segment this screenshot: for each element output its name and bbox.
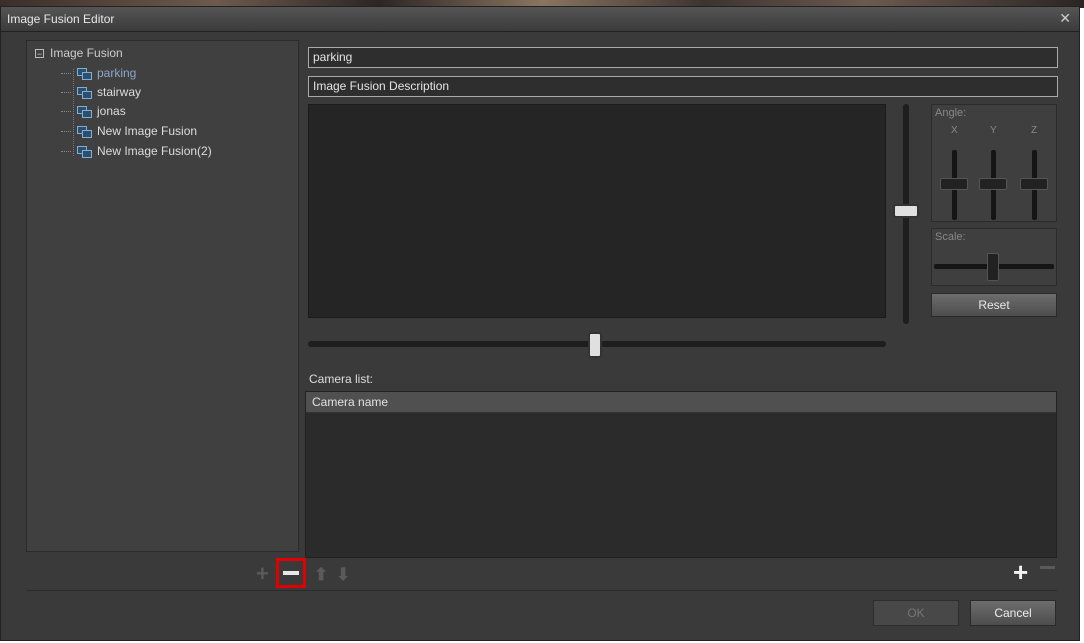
image-fusion-icon — [77, 125, 92, 138]
move-down-arrow-icon[interactable]: ⬇ — [336, 565, 350, 585]
vertical-pan-slider-handle[interactable] — [893, 204, 919, 218]
angle-group: Angle: X Y Z — [931, 104, 1057, 222]
camera-list-table[interactable]: Camera name — [305, 391, 1057, 558]
tree-item-label: New Image Fusion(2) — [97, 144, 212, 158]
image-fusion-icon — [77, 67, 92, 80]
tree-item-stairway[interactable]: stairway — [61, 85, 141, 99]
angle-y-label: Y — [990, 125, 997, 136]
fusion-description-field[interactable]: Image Fusion Description — [308, 76, 1058, 97]
scale-slider-handle[interactable] — [987, 253, 999, 281]
camera-name-column-header[interactable]: Camera name — [306, 392, 1056, 413]
fusion-tree-panel: − Image Fusion parking stairway jonas Ne… — [26, 40, 299, 552]
tree-item-new-image-fusion-2[interactable]: New Image Fusion(2) — [61, 144, 212, 158]
angle-z-label: Z — [1031, 125, 1038, 136]
scale-label: Scale: — [935, 231, 966, 243]
tree-item-label: New Image Fusion — [97, 124, 198, 138]
angle-x-slider-handle[interactable] — [940, 178, 968, 190]
title-bar[interactable]: Image Fusion Editor ✕ — [1, 7, 1079, 32]
ok-button[interactable]: OK — [873, 600, 959, 626]
scale-group: Scale: — [931, 228, 1057, 286]
add-camera-plus-icon[interactable]: + — [1013, 559, 1028, 585]
angle-z-slider-handle[interactable] — [1020, 178, 1048, 190]
tree-item-label: stairway — [97, 85, 142, 99]
tree-root[interactable]: − Image Fusion — [35, 46, 123, 60]
angle-x-label: X — [951, 125, 958, 136]
close-icon[interactable]: ✕ — [1059, 10, 1071, 27]
tree-root-label: Image Fusion — [50, 46, 123, 60]
tree-item-label: parking — [97, 66, 137, 80]
angle-y-slider-handle[interactable] — [979, 178, 1007, 190]
footer-divider — [26, 590, 1057, 591]
tree-item-jonas[interactable]: jonas — [61, 104, 126, 118]
reset-button[interactable]: Reset — [931, 293, 1057, 317]
remove-fusion-minus-icon[interactable] — [276, 558, 306, 588]
remove-camera-minus-icon[interactable] — [1040, 566, 1055, 569]
cancel-button[interactable]: Cancel — [970, 600, 1056, 626]
image-fusion-icon — [77, 145, 92, 158]
image-fusion-icon — [77, 105, 92, 118]
horizontal-pan-slider-handle[interactable] — [588, 332, 602, 358]
fusion-preview-canvas[interactable] — [308, 104, 886, 318]
fusion-name-field[interactable]: parking — [308, 47, 1058, 68]
angle-label: Angle: — [935, 107, 967, 119]
camera-list-label: Camera list: — [309, 372, 374, 386]
add-fusion-plus-icon[interactable]: + — [256, 563, 269, 585]
tree-item-parking[interactable]: parking — [61, 66, 136, 80]
image-fusion-icon — [77, 86, 92, 99]
collapse-icon[interactable]: − — [35, 48, 44, 58]
tree-item-label: jonas — [97, 104, 126, 118]
window-title: Image Fusion Editor — [7, 12, 115, 26]
tree-item-new-image-fusion[interactable]: New Image Fusion — [61, 124, 197, 138]
move-up-arrow-icon[interactable]: ⬆ — [314, 565, 328, 585]
